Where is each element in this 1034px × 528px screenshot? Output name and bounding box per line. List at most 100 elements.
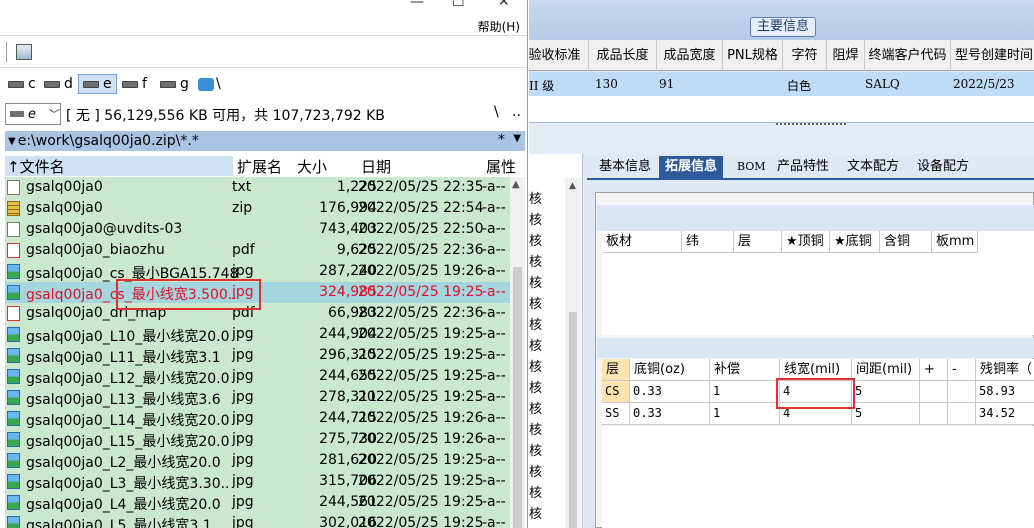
cell-spacing[interactable]: 5 <box>852 381 920 403</box>
file-row[interactable]: gsalq00ja0_L15_最小线宽20.0 jpg 275,730 2022/05… <box>5 429 510 450</box>
column-header-acceptance[interactable]: 验收标准 <box>529 40 589 71</box>
file-attr: -a-- <box>482 326 506 342</box>
scrollbar-thumb[interactable] <box>513 267 522 528</box>
cell-residual-copper[interactable]: 34.52 <box>976 403 1034 425</box>
cell-layer[interactable]: CS <box>602 381 630 403</box>
column-header-attr[interactable]: 属性 <box>486 156 516 176</box>
file-row[interactable]: gsalq00ja0_biaozhu pdf 9,625 2022/05/25 22:… <box>5 240 510 261</box>
column-header-ext[interactable]: 扩展名 <box>237 156 282 176</box>
file-row[interactable]: gsalq00ja0_L14_最小线宽20.0 jpg 244,715 2022/05… <box>5 408 510 429</box>
file-attr: -a-- <box>482 452 506 468</box>
scroll-up-icon[interactable]: ▲ <box>569 181 576 191</box>
file-row[interactable]: gsalq00ja0_drl_map pdf 66,983 2022/05/25 22… <box>5 303 510 324</box>
drive-c-button[interactable]: c <box>4 74 40 94</box>
column-header-minus[interactable]: - <box>948 359 976 381</box>
file-name: gsalq00ja0_cs_最小BGA15.748 <box>26 266 239 282</box>
parent-dir-button[interactable]: .. <box>512 104 521 120</box>
column-header-spacing[interactable]: 间距(mil) <box>852 359 920 381</box>
layer-row[interactable]: CS 0.33 1 4 5 58.93 <box>602 381 1034 403</box>
column-header-layers[interactable]: 层 <box>734 231 782 253</box>
column-header-with-copper[interactable]: 含铜 <box>880 231 932 253</box>
tab-equipment-recipe[interactable]: 设备配方 <box>911 156 975 180</box>
layer-row[interactable]: SS 0.33 1 4 5 34.52 <box>602 403 1034 425</box>
scroll-up-icon[interactable]: ▲ <box>512 179 520 190</box>
column-header-line-width[interactable]: 线宽(mil) <box>780 359 852 381</box>
column-header-customer-code[interactable]: 终端客户代码 <box>865 40 951 71</box>
column-header-residual-copper[interactable]: 残铜率（ <box>976 359 1034 381</box>
main-info-tab[interactable]: 主要信息 <box>750 17 816 37</box>
network-drive-button[interactable]: \ <box>194 74 225 94</box>
product-grid-row[interactable]: II 级 130 91 白色 SALQ 2022/5/23 <box>529 72 1034 96</box>
notepad-icon[interactable] <box>16 44 32 60</box>
minimize-icon[interactable]: — <box>410 0 424 10</box>
file-row[interactable]: gsalq00ja0_L4_最小线宽20.0 jpg 244,561 2022/05/… <box>5 492 510 513</box>
tab-extended-info[interactable]: 拓展信息 <box>659 156 724 180</box>
file-row[interactable]: gsalq00ja0_cs_最小BGA15.748 jpg 287,240 2022/… <box>5 261 510 282</box>
tab-basic-info[interactable]: 基本信息 <box>593 156 657 180</box>
column-header-pnl[interactable]: PNL规格 <box>723 40 783 71</box>
cell-layer[interactable]: SS <box>602 403 630 425</box>
cell-minus[interactable] <box>948 381 976 403</box>
tab-bom[interactable]: BOM <box>731 156 772 180</box>
drive-f-button[interactable]: f <box>118 74 151 94</box>
cell-residual-copper[interactable]: 58.93 <box>976 381 1034 403</box>
column-header-width[interactable]: 成品宽度 <box>657 40 723 71</box>
cell-line-width[interactable]: 4 <box>780 403 852 425</box>
cell-base-copper[interactable]: 0.33 <box>630 403 710 425</box>
column-header-name[interactable]: ↑文件名 <box>5 156 233 176</box>
file-row[interactable]: gsalq00ja0_L5_最小线宽3.1 jpg 302,016 2022/05/2… <box>5 513 510 528</box>
column-header-layer[interactable]: 层 <box>602 359 630 381</box>
file-row[interactable]: gsalq00ja0_L13_最小线宽3.6 jpg 278,311 2022/05/… <box>5 387 510 408</box>
column-header-material[interactable]: 板材 <box>602 231 682 253</box>
cell-base-copper[interactable]: 0.33 <box>630 381 710 403</box>
tab-product-features[interactable]: 产品特性 <box>771 156 835 180</box>
root-dir-button[interactable]: \ <box>494 104 499 120</box>
column-header-size[interactable]: 大小 <box>297 156 327 176</box>
help-menu[interactable]: 帮助(H) <box>478 18 520 35</box>
file-row[interactable]: gsalq00ja0@uvdits-03 743,403 2022/05/25 22… <box>5 219 510 240</box>
column-header-board-thickness[interactable]: 板mm <box>932 231 978 253</box>
path-bar[interactable]: ▼ e:\work\gsalq00ja0.zip\*.* * ▼ <box>5 131 525 151</box>
file-row[interactable]: gsalq00ja0_L12_最小线宽20.0 jpg 244,655 2022/05… <box>5 366 510 387</box>
file-row[interactable]: gsalq00ja0 zip 176,994 2022/05/25 22:54 -a-- <box>5 198 510 219</box>
column-header-weft[interactable]: 纬 <box>682 231 734 253</box>
column-header-base-copper[interactable]: 底铜(oz) <box>630 359 710 381</box>
column-header-silkscreen[interactable]: 字符 <box>783 40 827 71</box>
tab-text-recipe[interactable]: 文本配方 <box>841 156 905 180</box>
close-icon[interactable]: ✕ <box>498 0 510 10</box>
file-row[interactable]: gsalq00ja0_L10_最小线宽20.0 jpg 244,904 2022/05… <box>5 324 510 345</box>
splitter-grip[interactable] <box>776 123 846 127</box>
splitter-bar[interactable] <box>529 122 1034 154</box>
cell-compensation[interactable]: 1 <box>710 403 780 425</box>
file-list-scrollbar[interactable]: ▲ <box>510 177 525 528</box>
column-header-date[interactable]: 日期 <box>361 156 391 176</box>
column-header-plus[interactable]: + <box>920 359 948 381</box>
status-column-scrollbar[interactable]: ▲ <box>565 178 581 528</box>
history-dropdown-icon[interactable]: ▼ <box>8 136 16 147</box>
column-header-length[interactable]: 成品长度 <box>589 40 657 71</box>
cell-minus[interactable] <box>948 403 976 425</box>
maximize-icon[interactable]: ☐ <box>452 0 465 10</box>
file-row[interactable]: gsalq00ja0_L11_最小线宽3.1 jpg 296,315 2022/05/… <box>5 345 510 366</box>
column-header-bottom-copper[interactable]: ★底铜 <box>830 231 880 253</box>
file-row[interactable]: gsalq00ja0_cs_最小线宽3.500.. jpg 324,985 2022/… <box>5 282 510 303</box>
column-header-compensation[interactable]: 补偿 <box>710 359 780 381</box>
scrollbar-thumb[interactable] <box>569 312 577 528</box>
file-row[interactable]: gsalq00ja0_L2_最小线宽20.0 jpg 281,620 2022/05/… <box>5 450 510 471</box>
drive-dropdown[interactable]: e ﹀ <box>5 103 61 125</box>
drive-e-button[interactable]: e <box>78 74 117 94</box>
file-row[interactable]: gsalq00ja0_L3_最小线宽3.30.. jpg 315,706 2022/0… <box>5 471 510 492</box>
cell-plus[interactable] <box>920 381 948 403</box>
cell-compensation[interactable]: 1 <box>710 381 780 403</box>
cell-line-width[interactable]: 4 <box>780 381 852 403</box>
cell-plus[interactable] <box>920 403 948 425</box>
file-row[interactable]: gsalq00ja0 txt 1,225 2022/05/25 22:35 -a-- <box>5 177 510 198</box>
column-header-soldermask[interactable]: 阻焊 <box>827 40 865 71</box>
drive-d-button[interactable]: d <box>40 74 77 94</box>
column-header-top-copper[interactable]: ★顶铜 <box>782 231 830 253</box>
drive-g-button[interactable]: g <box>156 74 193 94</box>
path-filter[interactable]: * <box>498 132 505 148</box>
column-header-created-time[interactable]: 型号创建时间 <box>951 40 1034 71</box>
cell-spacing[interactable]: 5 <box>852 403 920 425</box>
chevron-down-icon[interactable]: ▼ <box>513 133 521 144</box>
